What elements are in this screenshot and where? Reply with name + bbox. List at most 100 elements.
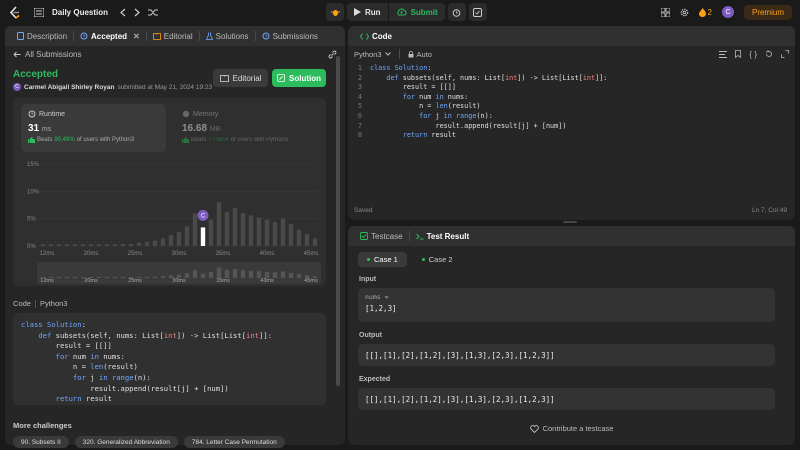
page-title[interactable]: Daily Question: [52, 8, 108, 17]
tab-solutions[interactable]: Solutions: [200, 26, 255, 46]
left-tab-bar: Description Accepted ✕ Editorial Solutio…: [5, 26, 345, 46]
challenge-chip[interactable]: 784. Letter Case Permutation: [183, 436, 285, 448]
code-line: result = [[]]: [21, 341, 112, 351]
tab-test-result-label: Test Result: [426, 231, 470, 241]
bar: [232, 207, 238, 246]
runtime-beats-pct: 90.49%: [54, 137, 75, 143]
premium-button[interactable]: Premium: [743, 4, 792, 20]
editor-code-text: return result: [402, 131, 456, 140]
bar: [296, 229, 302, 246]
reset-icon[interactable]: [765, 50, 773, 59]
test-result-panel: Testcase Test Result Case 1 Case 2 Input…: [348, 226, 795, 445]
arrow-left-icon: [13, 51, 21, 58]
challenge-chip[interactable]: 90. Subsets II: [13, 436, 69, 448]
editor-line: 6 for j in range(n):: [348, 112, 795, 122]
editor-line: 1 class Solution:: [348, 64, 795, 74]
bar: [216, 202, 222, 246]
solution-button-label: Solution: [289, 73, 321, 83]
runtime-value: 31: [28, 123, 40, 134]
notes-button[interactable]: [468, 3, 487, 21]
bar: [272, 221, 278, 246]
mini-x-tick-label: 12ms: [40, 278, 54, 284]
run-button[interactable]: Run: [347, 3, 388, 21]
bar: [72, 244, 78, 246]
tab-solutions-label: Solutions: [215, 31, 249, 41]
note-icon: [473, 7, 483, 17]
thumbs-up-icon: [182, 137, 189, 143]
code-line: for j in range(n):: [72, 372, 151, 382]
tab-editorial[interactable]: Editorial: [147, 26, 199, 46]
case-2-tab[interactable]: Case 2: [413, 252, 462, 267]
y-tick-label: 5%: [27, 217, 36, 223]
prev-question-icon[interactable]: [120, 8, 126, 17]
format-icon[interactable]: [719, 50, 728, 59]
x-tick-label: 25ms: [128, 251, 143, 257]
next-question-icon[interactable]: [134, 8, 140, 17]
runtime-distribution-chart[interactable]: 15% 10% 5% 0% C 12ms 20ms 25ms 30ms 35ms 40ms 45ms 1…: [13, 158, 326, 286]
tab-testcase[interactable]: Testcase: [354, 226, 409, 246]
bar: [104, 244, 110, 246]
mini-bar: [288, 272, 294, 278]
expand-icon[interactable]: [781, 50, 789, 59]
runtime-card[interactable]: Runtime 31 ms Beats 90.49% of users with…: [21, 104, 166, 152]
code-section-header: Code Python3: [13, 299, 67, 308]
alarm-clock-icon: [452, 8, 461, 17]
streak-counter[interactable]: 2: [698, 7, 712, 17]
mini-bar: [72, 277, 78, 278]
auto-mode-toggle[interactable]: Auto: [408, 50, 432, 59]
editorial-button-label: Editorial: [232, 73, 262, 83]
user-avatar[interactable]: C: [721, 6, 734, 18]
submitter-name[interactable]: Carmel Abigail Shirley Royan: [24, 84, 114, 91]
challenge-chip[interactable]: 320. Generalized Abbreviation: [74, 436, 178, 448]
tab-code[interactable]: Code: [354, 26, 398, 46]
submit-button[interactable]: Submit: [389, 3, 445, 21]
timer-button[interactable]: [447, 3, 466, 21]
x-tick-label: 45ms: [304, 251, 319, 257]
input-label: Input: [359, 276, 377, 283]
close-tab-icon[interactable]: ✕: [133, 32, 140, 41]
settings-gear-icon[interactable]: [680, 8, 689, 17]
back-to-submissions[interactable]: All Submissions: [13, 50, 81, 59]
tab-submissions[interactable]: Submissions: [256, 26, 324, 46]
language-select[interactable]: Python3: [354, 50, 391, 59]
flask-icon: [205, 32, 213, 40]
contribute-testcase-link[interactable]: Contribute a testcase: [348, 424, 795, 433]
bookmark-icon[interactable]: [735, 50, 742, 59]
solution-button[interactable]: Solution: [272, 69, 326, 87]
output-value: [[],[1],[2],[1,2],[3],[1,3],[2,3],[1,2,3…: [365, 351, 555, 360]
code-line: result.append(result[j] + [num]): [21, 383, 229, 393]
submitted-code[interactable]: class Solution: def subsets(self, nums: …: [13, 313, 326, 405]
code-editor[interactable]: 1 class Solution: 2 def subsets(self, nums…: [348, 64, 795, 204]
bar: [288, 224, 294, 246]
shuffle-icon[interactable]: [148, 8, 159, 17]
bar: [96, 244, 102, 246]
left-panel-scrollbar[interactable]: [336, 56, 340, 386]
braces-icon[interactable]: { }: [749, 50, 757, 59]
mini-bar: [144, 276, 150, 278]
layout-grid-icon[interactable]: [660, 7, 670, 17]
problem-list-icon[interactable]: [34, 7, 44, 17]
bar: [128, 243, 134, 246]
editor-code-text: for num in nums:: [402, 92, 469, 101]
editor-line: 5 n = len(result): [348, 102, 795, 112]
memory-card[interactable]: Memory 16.68 MB Beats 77.55% of users wi…: [175, 104, 320, 152]
bar: [208, 219, 214, 246]
case-1-tab[interactable]: Case 1: [358, 252, 407, 267]
tab-test-result[interactable]: Test Result: [410, 226, 476, 246]
mini-x-tick-label: 30ms: [172, 278, 186, 284]
tab-description[interactable]: Description: [11, 26, 73, 46]
bar: [48, 244, 54, 246]
leetcode-logo-icon[interactable]: [8, 5, 22, 19]
panel-resize-handle[interactable]: [563, 221, 577, 223]
debug-button[interactable]: [326, 3, 344, 21]
mini-bar: [208, 271, 214, 278]
tab-editorial-label: Editorial: [163, 31, 193, 41]
tab-accepted[interactable]: Accepted ✕: [74, 26, 146, 46]
bar: [80, 244, 86, 246]
mini-bar: [280, 271, 286, 278]
editorial-button[interactable]: Editorial: [213, 69, 268, 87]
editor-line: 2 def subsets(self, nums: List[int]) -> …: [348, 74, 795, 84]
runtime-unit: ms: [41, 126, 52, 133]
bar: [136, 242, 142, 246]
output-box: [[],[1],[2],[1,2],[3],[1,3],[2,3],[1,2,3…: [358, 344, 775, 366]
